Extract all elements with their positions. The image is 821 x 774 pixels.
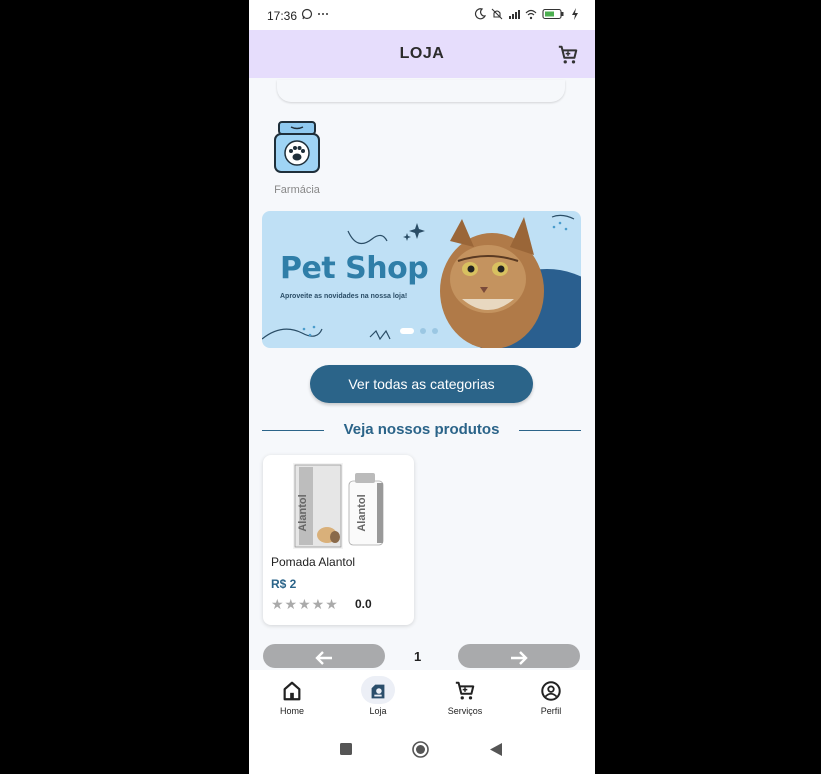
category-pharmacy[interactable]: Farmácia — [271, 120, 323, 196]
moon-icon — [474, 8, 486, 20]
banner-subtitle: Aproveite as novidades na nossa loja! — [280, 293, 408, 300]
product-card[interactable]: Alantol Alantol Pomada Alantol R$ 2 ★★★★… — [263, 455, 414, 625]
promo-banner[interactable]: Pet Shop Aproveite as novidades na nossa… — [262, 211, 581, 348]
search-bar-edge — [277, 80, 565, 102]
status-time: 17:36 — [267, 9, 298, 23]
all-categories-button[interactable]: Ver todas as categorias — [310, 365, 533, 403]
mute-icon — [491, 8, 503, 20]
product-image: Alantol Alantol — [293, 463, 384, 549]
category-label: Farmácia — [274, 184, 320, 196]
arrow-right-icon — [511, 651, 528, 666]
banner-title: Pet Shop — [280, 251, 429, 286]
banner-dot[interactable] — [400, 328, 414, 334]
profile-icon — [541, 681, 561, 701]
svg-text:Alantol: Alantol — [356, 494, 368, 531]
arrow-left-icon — [315, 651, 332, 666]
next-page-button[interactable] — [458, 644, 580, 668]
nav-label: Serviços — [447, 706, 483, 716]
page-number: 1 — [414, 649, 422, 664]
rating-stars: ★★★★★ — [271, 596, 339, 612]
nav-servicos[interactable]: Serviços — [435, 680, 495, 716]
nav-perfil[interactable]: Perfil — [521, 680, 581, 716]
svg-text:Alantol: Alantol — [297, 494, 309, 531]
product-rating: 0.0 — [355, 597, 372, 611]
home-circle-icon[interactable] — [412, 741, 429, 758]
whatsapp-icon — [301, 8, 313, 20]
wifi-icon — [525, 9, 537, 20]
product-price: R$ 2 — [271, 577, 297, 591]
banner-dot[interactable] — [420, 328, 426, 334]
charging-icon — [572, 8, 578, 20]
app-bar: LOJA — [249, 30, 595, 78]
phone-screen: 17:36 LOJA Farmácia Pet Shop Aproveite a… — [249, 0, 595, 774]
banner-dot[interactable] — [432, 328, 438, 334]
banner-pagination — [400, 328, 438, 334]
nav-label: Perfil — [540, 706, 562, 716]
pharmacy-jar-icon — [274, 121, 320, 173]
recents-icon[interactable] — [340, 743, 352, 755]
home-icon — [283, 681, 301, 701]
nav-label: Home — [279, 706, 304, 716]
battery-icon — [542, 8, 564, 20]
back-triangle-icon[interactable] — [490, 743, 502, 756]
nav-label: Loja — [369, 706, 387, 716]
prev-page-button[interactable] — [263, 644, 385, 668]
more-dots-icon — [318, 13, 328, 15]
status-right-icons — [474, 8, 581, 20]
signal-icon — [509, 10, 520, 19]
store-icon — [371, 684, 385, 699]
status-left-icons — [301, 8, 329, 20]
cart-icon[interactable] — [557, 44, 579, 66]
status-bar: 17:36 — [249, 0, 595, 30]
nav-loja[interactable]: Loja — [348, 680, 408, 716]
bottom-nav: Home Loja Serviços Perfil — [249, 670, 595, 728]
page-title: LOJA — [399, 45, 445, 62]
system-nav-bar — [249, 728, 595, 774]
cart-icon — [455, 681, 475, 700]
pagination: 1 — [249, 644, 595, 670]
products-section-header: Veja nossos produtos — [262, 420, 581, 442]
product-name: Pomada Alantol — [271, 555, 356, 569]
divider — [519, 430, 581, 431]
nav-home[interactable]: Home — [262, 680, 322, 716]
